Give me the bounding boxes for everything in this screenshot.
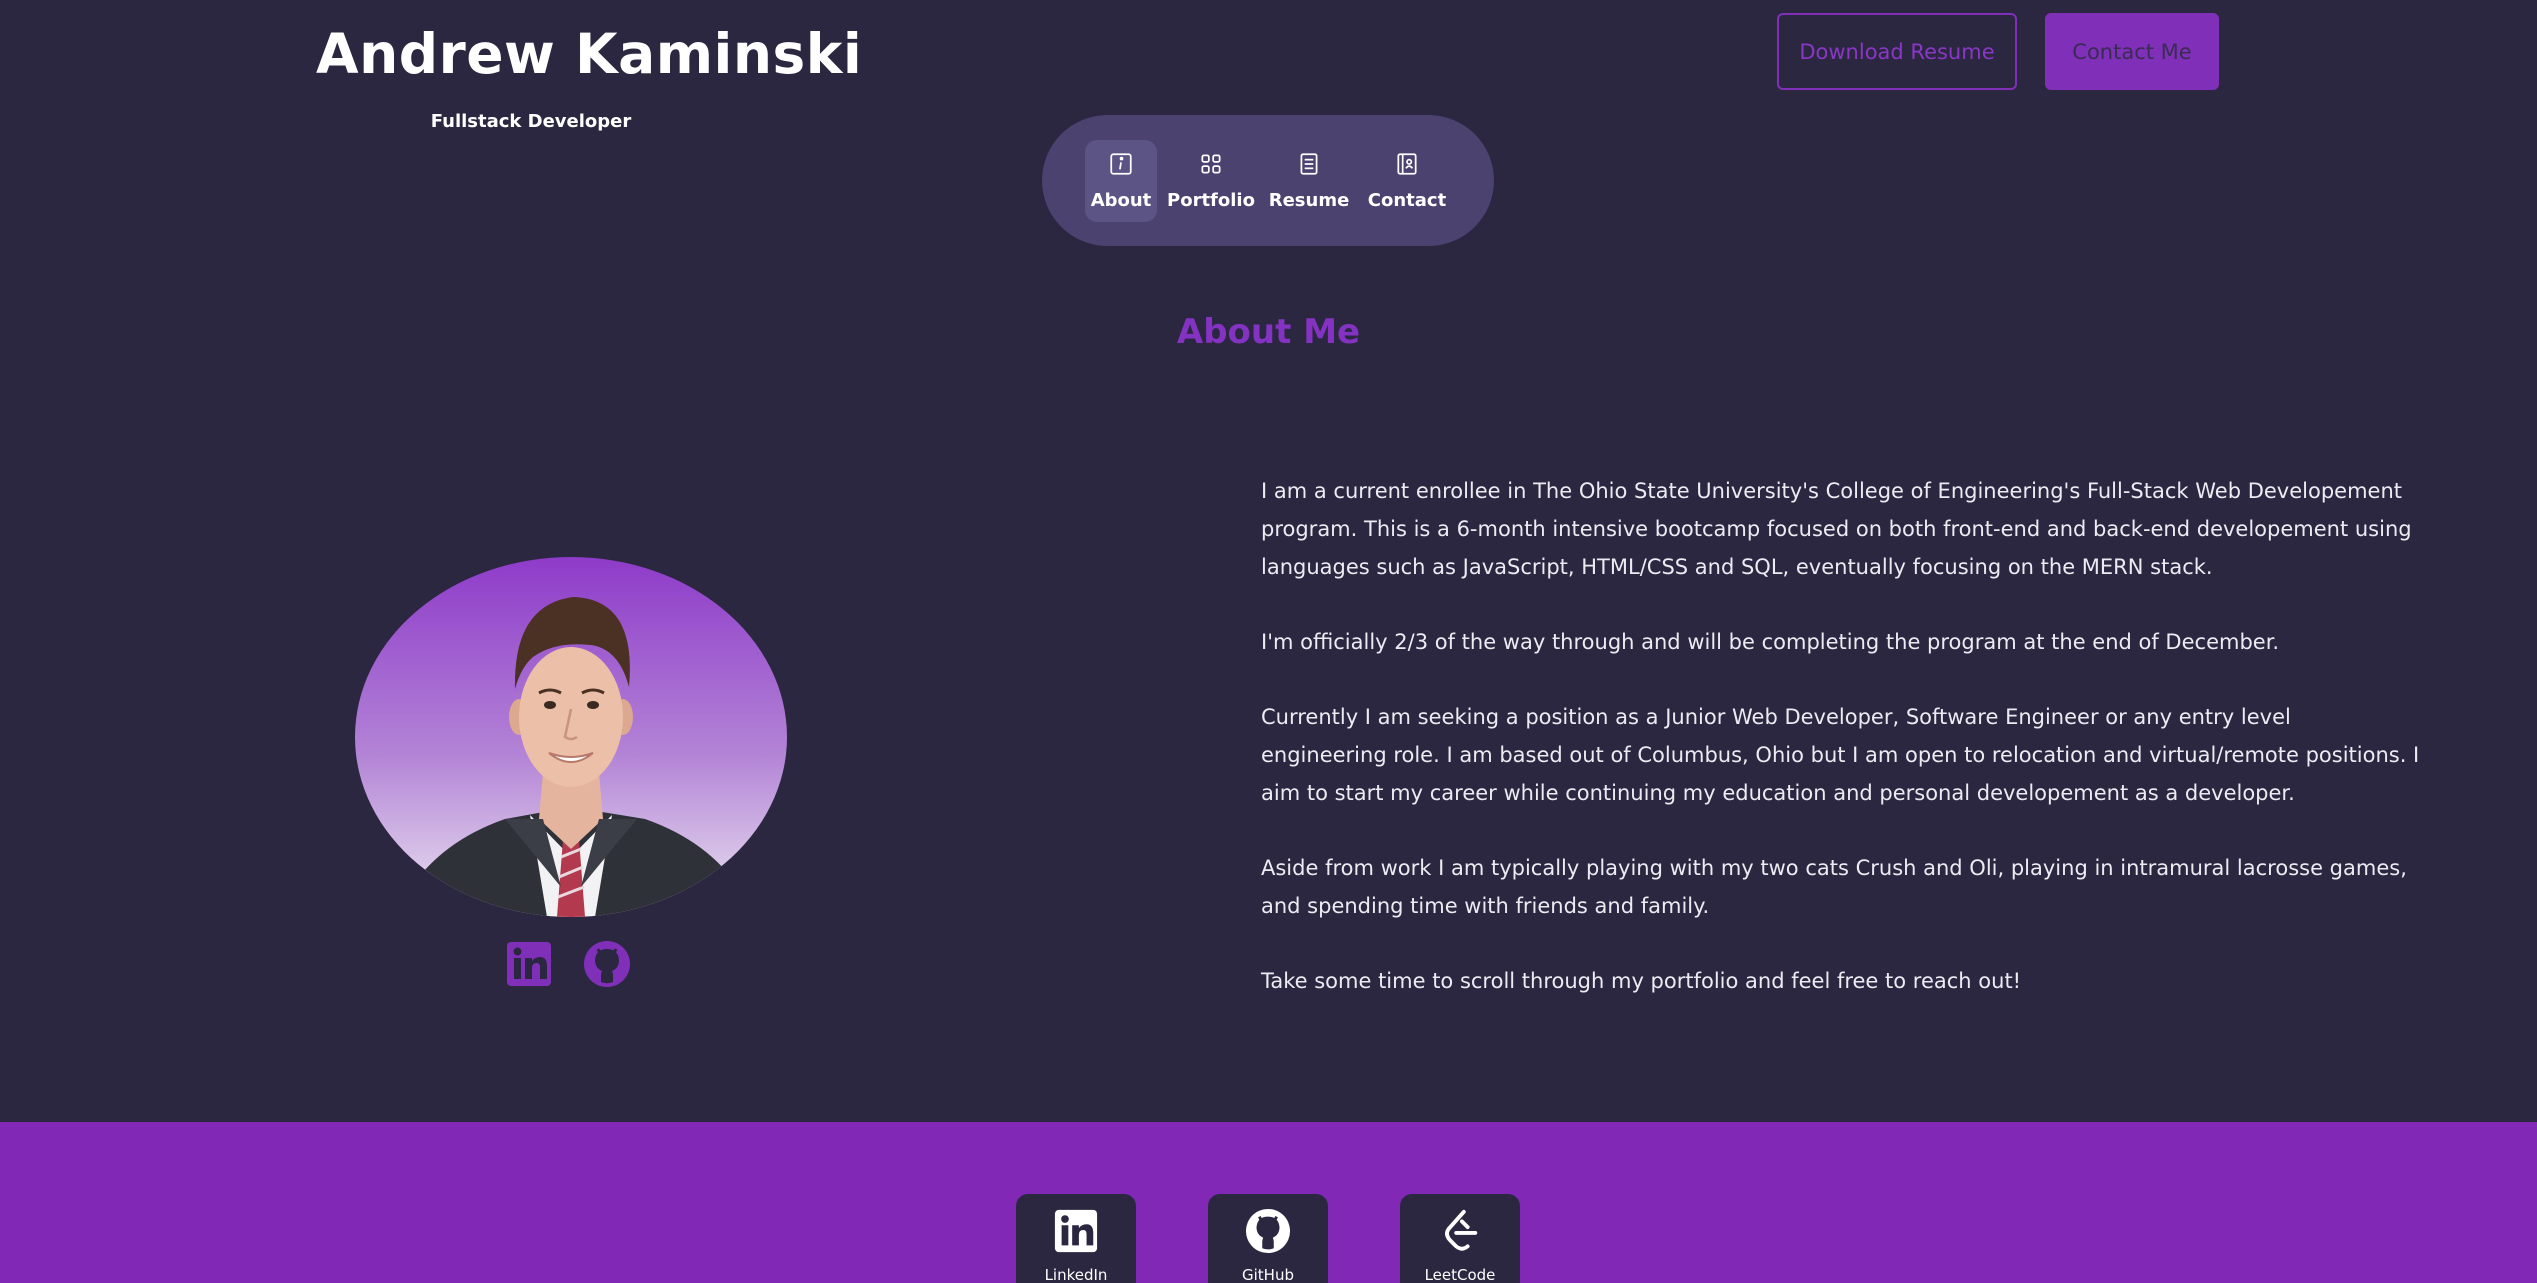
nav-item-label: About (1090, 189, 1152, 211)
nav-item-contact[interactable]: Contact (1363, 140, 1451, 222)
about-paragraph: Aside from work I am typically playing w… (1261, 856, 2407, 918)
contact-me-button[interactable]: Contact Me (2045, 13, 2219, 90)
nav-item-label: Contact (1367, 189, 1447, 211)
github-icon[interactable] (583, 940, 631, 988)
footer-link-label: LeetCode (1424, 1266, 1496, 1283)
about-paragraph: I am a current enrollee in The Ohio Stat… (1261, 479, 2412, 579)
job-title: Fullstack Developer (430, 111, 632, 132)
footer-linkedin-link[interactable]: LinkedIn (1016, 1194, 1136, 1283)
footer-link-label: LinkedIn (1044, 1266, 1108, 1283)
contact-book-icon (1394, 151, 1420, 182)
about-paragraph: Currently I am seeking a position as a J… (1261, 705, 2420, 805)
footer-github-link[interactable]: GitHub (1208, 1194, 1328, 1283)
github-icon (1245, 1208, 1291, 1258)
nav-item-label: Portfolio (1167, 189, 1255, 211)
footer-link-label: GitHub (1242, 1266, 1294, 1283)
profile-photo (355, 557, 787, 917)
download-resume-button[interactable]: Download Resume (1777, 13, 2017, 90)
linkedin-icon (1053, 1208, 1099, 1258)
profile-social-links (505, 940, 631, 988)
about-paragraph: I'm officially 2/3 of the way through an… (1261, 630, 2280, 654)
leetcode-icon (1437, 1208, 1483, 1258)
footer-leetcode-link[interactable]: LeetCode (1400, 1194, 1520, 1283)
document-icon (1296, 151, 1322, 182)
about-me-heading: About Me (1176, 312, 1361, 352)
nav-item-resume[interactable]: Resume (1265, 140, 1353, 222)
about-me-text: I am a current enrollee in The Ohio Stat… (1261, 472, 2421, 1037)
linkedin-icon[interactable] (505, 940, 553, 988)
nav-item-about[interactable]: About (1085, 139, 1157, 222)
main-nav: About Portfolio Resume Contact (1042, 115, 1494, 246)
nav-item-label: Resume (1268, 189, 1350, 211)
nav-item-portfolio[interactable]: Portfolio (1167, 140, 1255, 222)
site-owner-name: Andrew Kaminski (316, 22, 863, 86)
info-icon (1108, 151, 1134, 182)
grid-icon (1198, 151, 1224, 182)
about-paragraph: Take some time to scroll through my port… (1261, 969, 2022, 993)
